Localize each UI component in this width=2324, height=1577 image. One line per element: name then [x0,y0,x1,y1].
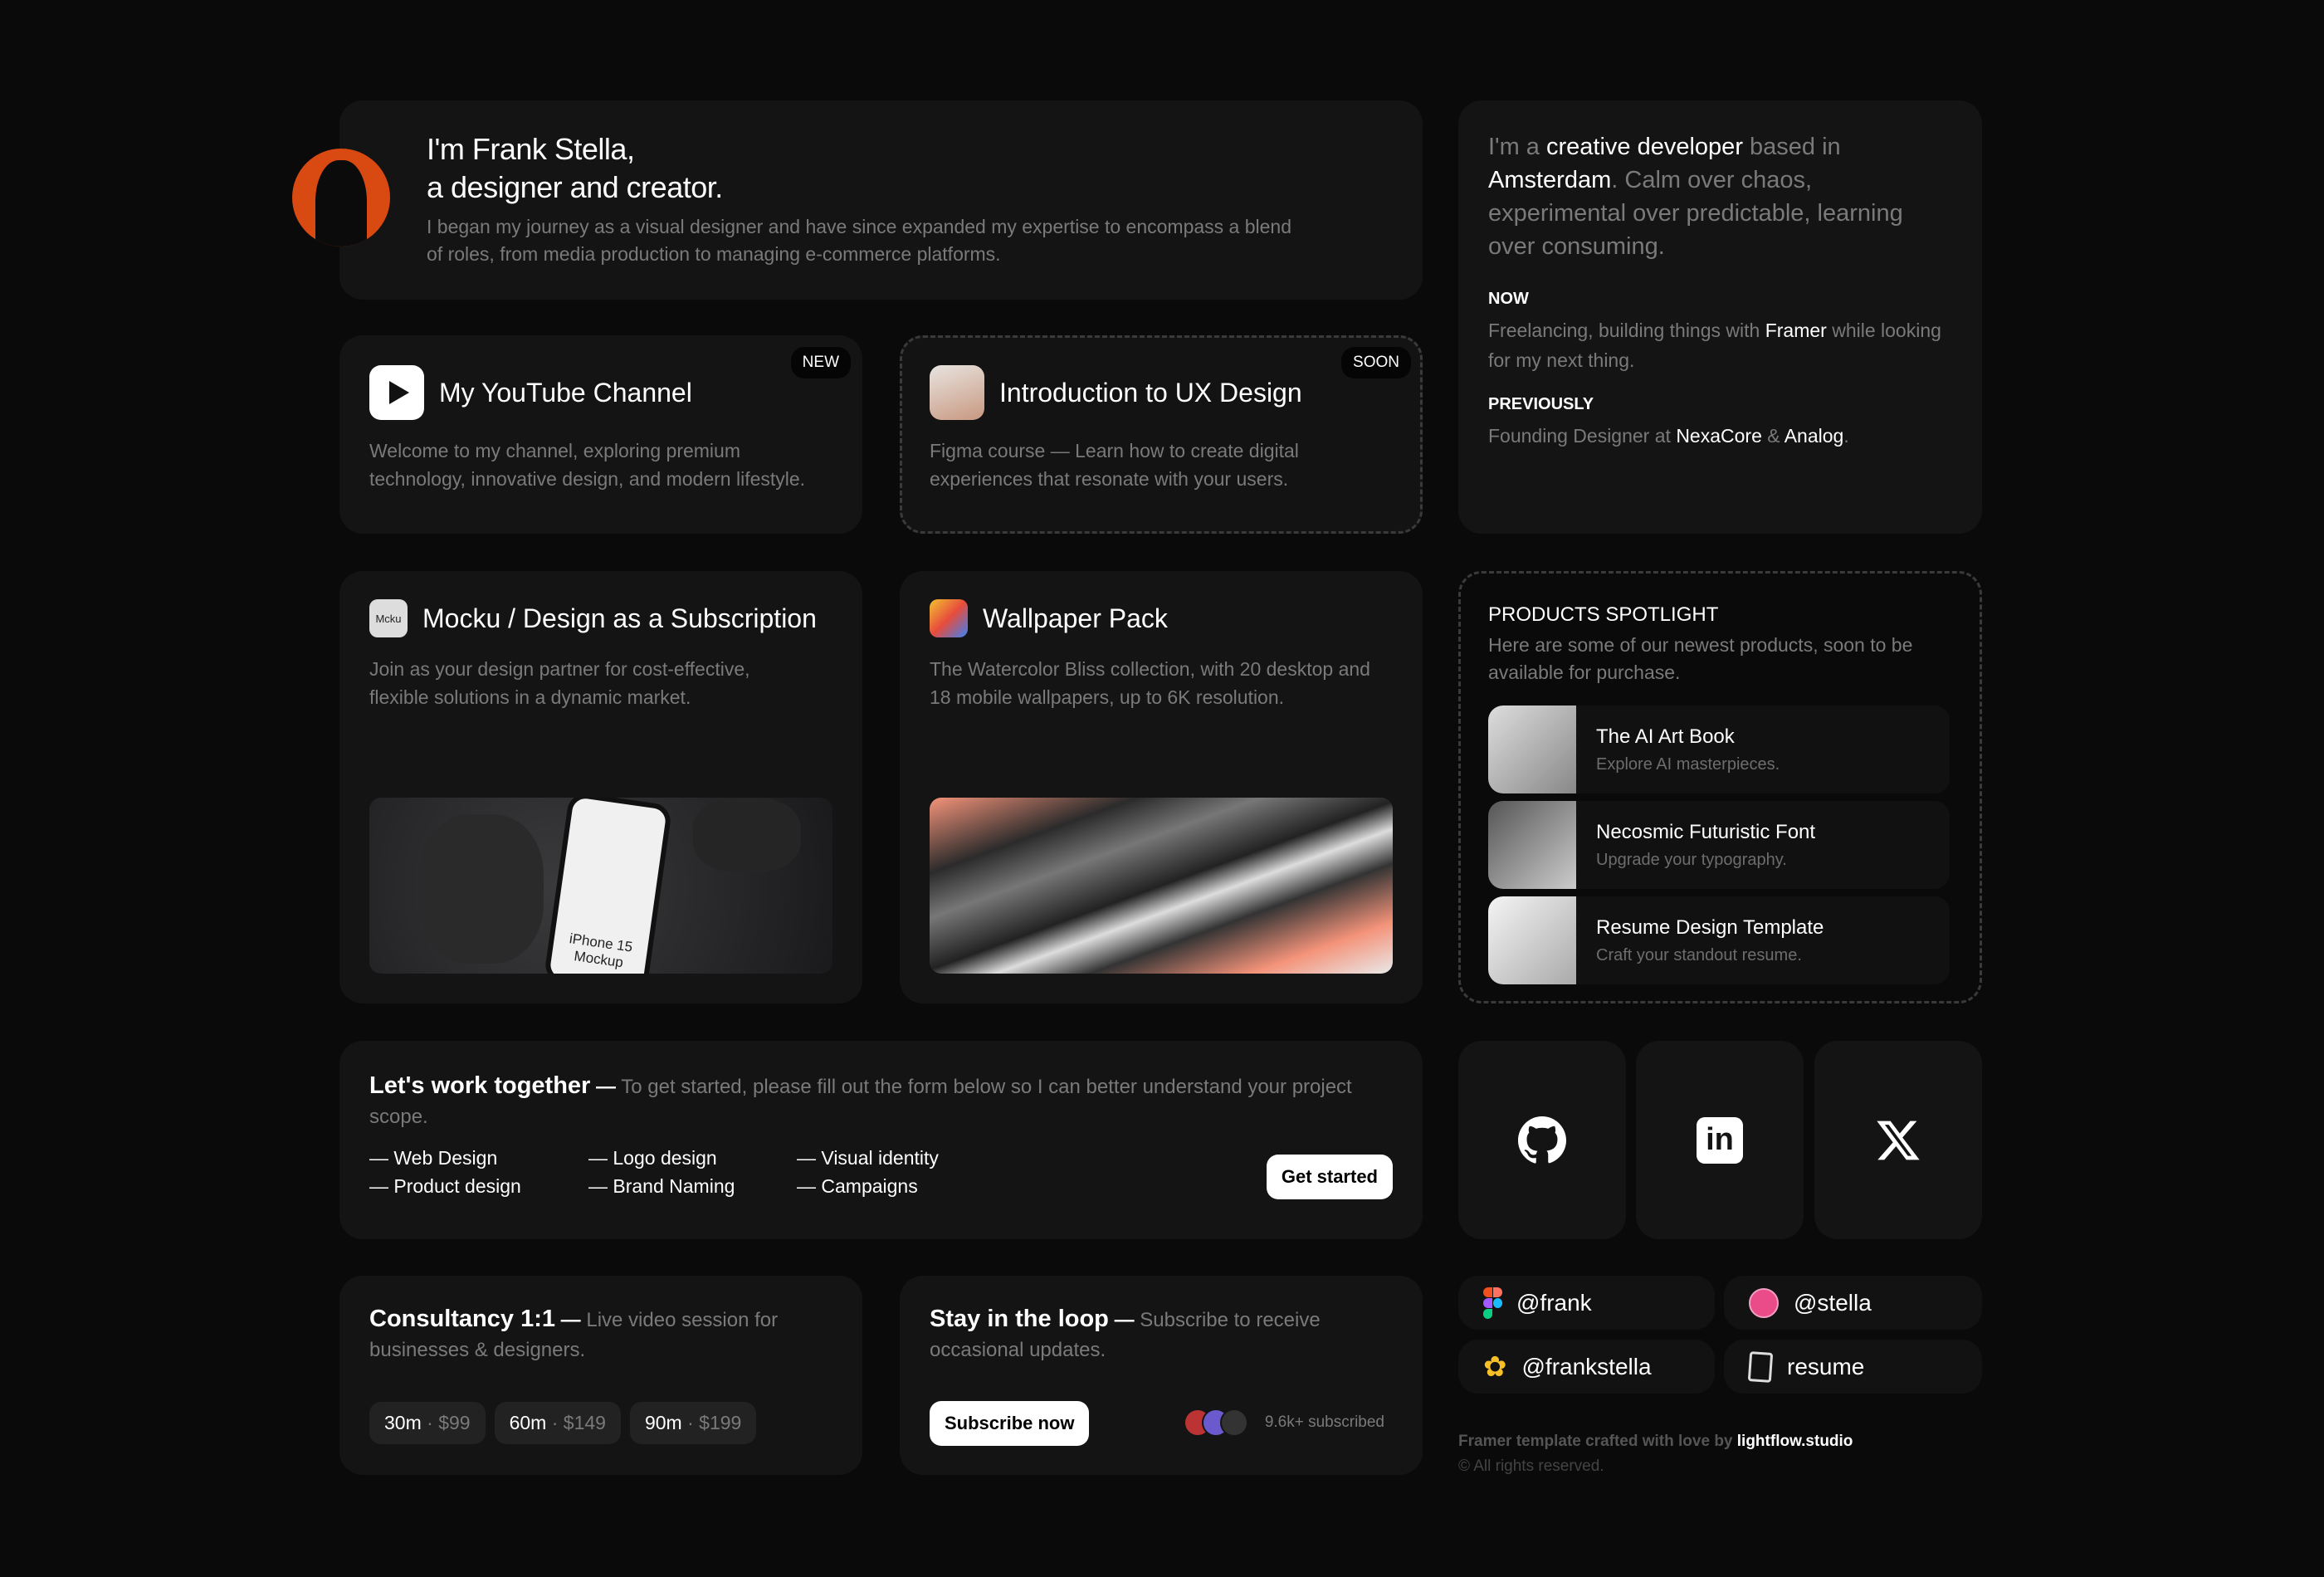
service-item: — Web Design [369,1147,498,1169]
products-description: Here are some of our newest products, so… [1488,634,1913,683]
work-together-card: Let's work together — To get started, pl… [339,1041,1423,1239]
get-started-button[interactable]: Get started [1266,1155,1393,1199]
github-icon [1518,1116,1566,1164]
document-icon [1747,1350,1774,1383]
intro-title: I'm Frank Stella, a designer and creator… [427,132,723,204]
intro-card: I'm Frank Stella, a designer and creator… [339,100,1423,300]
linkedin-button[interactable]: in [1636,1041,1804,1239]
wallpaper-icon [930,599,968,637]
iphone-mockup-image: iPhone 15 Mockup [369,798,832,974]
footer-credit: Framer template crafted with love by lig… [1458,1433,1853,1450]
course-thumbnail-icon [930,365,984,420]
ux-course-card[interactable]: SOON Introduction to UX Design Figma cou… [900,335,1423,534]
flower-icon: ✿ [1483,1350,1507,1383]
product-item[interactable]: The AI Art Book Explore AI masterpieces. [1488,706,1950,793]
lightflow-link[interactable]: lightflow.studio [1737,1433,1853,1450]
flower-handle[interactable]: ✿ @frankstella [1458,1340,1715,1394]
bio-card: I'm a creative developer based in Amster… [1458,100,1982,534]
products-title: PRODUCTS SPOTLIGHT [1488,603,1719,626]
dribbble-icon [1749,1287,1779,1318]
subscriber-count: 9.6k+ subscribed [1264,1413,1384,1431]
service-item: — Campaigns [797,1175,918,1197]
previously-label: PREVIOUSLY [1488,395,1594,413]
youtube-title: My YouTube Channel [439,377,692,408]
youtube-card[interactable]: NEW My YouTube Channel Welcome to my cha… [339,335,862,534]
analog-link[interactable]: Analog [1784,425,1844,447]
copyright: © All rights reserved. [1458,1457,1604,1475]
subscriber-avatars [1184,1409,1250,1437]
products-spotlight-card: PRODUCTS SPOTLIGHT Here are some of our … [1458,571,1982,1003]
product-item[interactable]: Necosmic Futuristic Font Upgrade your typ… [1488,801,1950,889]
mocku-card[interactable]: Mcku Mocku / Design as a Subscription Jo… [339,571,862,1003]
x-icon [1877,1120,1920,1160]
nexacore-link[interactable]: NexaCore [1676,425,1762,447]
figma-handle[interactable]: @frank [1458,1276,1715,1330]
previously-text: Founding Designer at NexaCore & Analog. [1488,425,1849,447]
new-badge: NEW [790,347,851,378]
service-item: — Logo design [588,1147,717,1169]
resume-handle[interactable]: resume [1724,1340,1982,1394]
framer-link[interactable]: Framer [1765,320,1827,341]
figma-icon [1483,1286,1502,1319]
dribbble-handle[interactable]: @stella [1724,1276,1982,1330]
consultancy-card: Consultancy 1:1 — Live video session for… [339,1276,862,1475]
session-option[interactable]: 60m · $149 [494,1402,621,1444]
soon-badge: SOON [1341,347,1411,378]
mocku-description: Join as your design partner for cost-eff… [369,658,750,708]
mocku-logo: Mcku [369,599,408,637]
bio-statement: I'm a creative developer based in Amster… [1488,134,1903,260]
watercolor-image [930,798,1393,974]
wallpaper-title: Wallpaper Pack [983,603,1168,633]
ux-description: Figma course — Learn how to create digit… [930,440,1299,490]
avatar [292,149,390,247]
mocku-title: Mocku / Design as a Subscription [422,603,817,633]
service-item: — Product design [369,1175,521,1197]
newsletter-card: Stay in the loop — Subscribe to receive … [900,1276,1423,1475]
ux-title: Introduction to UX Design [999,377,1302,408]
newsletter-heading: Stay in the loop — Subscribe to receive … [930,1306,1321,1361]
product-thumbnail [1488,801,1576,889]
product-thumbnail [1488,706,1576,793]
wallpaper-description: The Watercolor Bliss collection, with 20… [930,658,1370,708]
play-icon [369,365,424,420]
service-item: — Brand Naming [588,1175,735,1197]
session-option[interactable]: 30m · $99 [369,1402,486,1444]
wallpaper-card[interactable]: Wallpaper Pack The Watercolor Bliss coll… [900,571,1423,1003]
subscribe-button[interactable]: Subscribe now [930,1401,1090,1446]
github-button[interactable] [1458,1041,1626,1239]
intro-description: I began my journey as a visual designer … [427,216,1292,265]
now-text: Freelancing, building things with Framer… [1488,320,1941,371]
session-option[interactable]: 90m · $199 [629,1402,757,1444]
consultancy-heading: Consultancy 1:1 — Live video session for… [369,1306,779,1361]
now-label: NOW [1488,290,1529,308]
service-item: — Visual identity [797,1147,939,1169]
product-item[interactable]: Resume Design Template Craft your standou… [1488,896,1950,984]
product-thumbnail [1488,896,1576,984]
x-button[interactable] [1814,1041,1982,1239]
linkedin-icon: in [1697,1116,1743,1164]
work-heading: Let's work together — To get started, pl… [369,1072,1352,1128]
youtube-description: Welcome to my channel, exploring premium… [369,440,806,490]
